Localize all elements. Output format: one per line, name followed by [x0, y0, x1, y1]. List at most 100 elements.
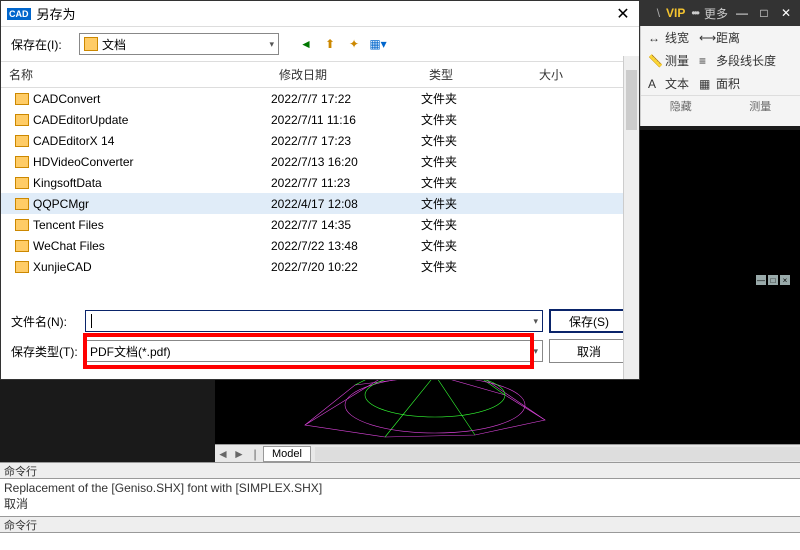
ribbon-group-measure: 测量 — [721, 95, 800, 116]
file-date: 2022/7/7 11:23 — [271, 176, 421, 190]
inner-window-controls: — □ × — [756, 275, 792, 289]
save-in-dropdown[interactable]: 文档 ▾ — [79, 33, 279, 55]
file-row[interactable]: Tencent Files 2022/7/7 14:35文件夹 — [1, 214, 639, 235]
col-date[interactable]: 修改日期 — [271, 62, 421, 87]
file-type: 文件夹 — [421, 111, 531, 128]
dialog-titlebar: CAD 另存为 ✕ — [1, 1, 639, 27]
ribbon-text[interactable]: A文本 — [645, 74, 692, 93]
new-folder-icon[interactable]: ✦ — [345, 35, 363, 53]
file-date: 2022/7/13 16:20 — [271, 155, 421, 169]
tab-next-icon[interactable]: ► — [231, 447, 247, 461]
file-row[interactable]: QQPCMgr2022/4/17 12:08文件夹 — [1, 193, 639, 214]
view-menu-icon[interactable]: ▦▾ — [369, 35, 387, 53]
cmd-out-line: 取消 — [4, 495, 796, 512]
ribbon-distance[interactable]: ⟷距离 — [696, 28, 743, 47]
folder-icon — [15, 261, 29, 273]
close-icon[interactable]: ✕ — [778, 5, 794, 21]
cancel-button[interactable]: 取消 — [549, 339, 629, 363]
folder-icon — [15, 114, 29, 126]
tab-sep: | — [247, 447, 263, 461]
file-type: 文件夹 — [421, 153, 531, 170]
folder-icon — [15, 93, 29, 105]
cad-badge-icon: CAD — [7, 8, 31, 20]
file-name: WeChat Files — [33, 239, 105, 253]
file-type: 文件夹 — [421, 258, 531, 275]
minimize-icon[interactable]: — — [734, 5, 750, 21]
filetype-value: PDF文档(*.pdf) — [90, 343, 171, 360]
ribbon-label: 面积 — [716, 75, 740, 92]
save-button[interactable]: 保存(S) — [549, 309, 629, 333]
file-name: Tencent Files — [33, 218, 104, 232]
more-label[interactable]: 更多 — [704, 5, 728, 22]
linewidth-icon: ↔ — [648, 31, 662, 45]
file-name: HDVideoConverter — [33, 155, 134, 169]
file-name: KingsoftData — [33, 176, 102, 190]
file-row[interactable]: XunjieCAD2022/7/20 10:22文件夹 — [1, 256, 639, 277]
file-row[interactable]: WeChat Files 2022/7/22 13:48文件夹 — [1, 235, 639, 256]
text-icon: A — [648, 77, 662, 91]
vertical-scrollbar[interactable] — [623, 61, 639, 297]
folder-icon — [15, 198, 29, 210]
polyline-icon: ≡ — [699, 54, 713, 68]
ribbon-measure[interactable]: 📏测量 — [645, 51, 692, 70]
inner-close-icon[interactable]: × — [780, 275, 790, 285]
inner-min-icon[interactable]: — — [756, 275, 766, 285]
ribbon-label: 多段线长度 — [716, 52, 776, 69]
file-row[interactable]: KingsoftData 2022/7/7 11:23文件夹 — [1, 172, 639, 193]
tab-prev-icon[interactable]: ◄ — [215, 447, 231, 461]
dialog-title: 另存为 — [37, 4, 614, 23]
file-type: 文件夹 — [421, 216, 531, 233]
ribbon-polyline[interactable]: ≡多段线长度 — [696, 51, 779, 70]
file-type: 文件夹 — [421, 237, 531, 254]
model-tab-bar: ◄ ► | Model — [215, 444, 800, 462]
folder-icon — [84, 37, 98, 51]
file-type: 文件夹 — [421, 90, 531, 107]
save-in-label: 保存在(I): — [11, 36, 71, 53]
folder-icon — [15, 135, 29, 147]
file-row[interactable]: CADConvert 2022/7/7 17:22文件夹 — [1, 88, 639, 109]
save-in-value: 文档 — [102, 36, 126, 53]
col-name[interactable]: 名称 — [1, 62, 271, 87]
vip-badge[interactable]: VIP — [666, 6, 685, 20]
command-output: Replacement of the [Geniso.SHX] font wit… — [0, 478, 800, 516]
filename-input[interactable]: ▾ — [85, 310, 543, 332]
ribbon-linewidth[interactable]: ↔线宽 — [645, 28, 692, 47]
file-date: 2022/7/22 13:48 — [271, 239, 421, 253]
distance-icon: ⟷ — [699, 31, 713, 45]
file-name: CADEditorX 14 — [33, 134, 114, 148]
maximize-icon[interactable]: □ — [756, 5, 772, 21]
file-row[interactable]: CADEditorUpdate2022/7/11 11:16文件夹 — [1, 109, 639, 130]
scrollbar-thumb[interactable] — [626, 70, 637, 130]
filename-label: 文件名(N): — [11, 313, 79, 330]
col-size[interactable]: 大小 — [531, 62, 601, 87]
model-tab[interactable]: Model — [263, 446, 311, 462]
folder-icon — [15, 177, 29, 189]
file-date: 2022/4/17 12:08 — [271, 197, 421, 211]
col-type[interactable]: 类型 — [421, 62, 531, 87]
horizontal-scrollbar[interactable] — [315, 447, 800, 461]
file-type: 文件夹 — [421, 174, 531, 191]
filetype-dropdown[interactable]: PDF文档(*.pdf) ▾ — [85, 340, 543, 362]
dialog-toolbar: 保存在(I): 文档 ▾ ◄ ⬆ ✦ ▦▾ — [1, 27, 639, 61]
back-icon[interactable]: ◄ — [297, 35, 315, 53]
chevron-down-icon: ▾ — [269, 39, 274, 50]
file-type: 文件夹 — [421, 132, 531, 149]
chevron-down-icon[interactable]: ▾ — [533, 346, 538, 357]
inner-max-icon[interactable]: □ — [768, 275, 778, 285]
file-date: 2022/7/7 17:22 — [271, 92, 421, 106]
file-row[interactable]: HDVideoConverter 2022/7/13 16:20文件夹 — [1, 151, 639, 172]
command-input[interactable] — [0, 532, 800, 550]
up-icon[interactable]: ⬆ — [321, 35, 339, 53]
file-list[interactable]: 名称 修改日期 类型 大小 CADConvert2022/7/7 17:22文件… — [1, 61, 639, 297]
folder-icon — [15, 156, 29, 168]
ribbon-area[interactable]: ▦面积 — [696, 74, 743, 93]
chevron-down-icon[interactable]: ▾ — [533, 316, 538, 327]
file-row[interactable]: CADEditorX 142022/7/7 17:23文件夹 — [1, 130, 639, 151]
ribbon-label: 距离 — [716, 29, 740, 46]
more-icon[interactable]: ••• — [691, 6, 698, 20]
file-name: CADConvert — [33, 92, 100, 106]
file-date: 2022/7/7 14:35 — [271, 218, 421, 232]
folder-icon — [15, 240, 29, 252]
dialog-close-icon[interactable]: ✕ — [613, 4, 633, 24]
command-line-label2: 命令行 — [0, 516, 800, 532]
